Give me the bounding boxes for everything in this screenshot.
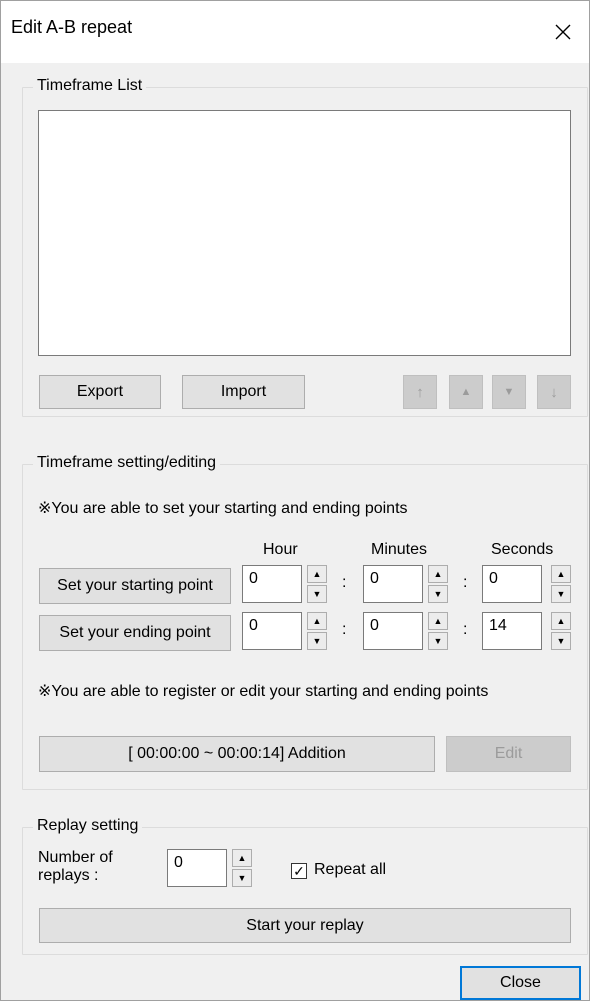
export-button[interactable]: Export	[39, 375, 161, 409]
colon-separator: :	[342, 621, 347, 638]
replays-count-input[interactable]: 0	[167, 849, 227, 887]
import-button-label: Import	[220, 383, 267, 400]
close-button[interactable]: Close	[460, 966, 581, 1000]
spin-down-icon[interactable]: ▼	[551, 585, 571, 603]
start-minutes-stepper[interactable]: ▲ ▼	[428, 565, 448, 603]
spin-up-icon[interactable]: ▲	[428, 565, 448, 583]
arrow-up-icon: ↑	[416, 383, 424, 401]
spin-up-icon[interactable]: ▲	[428, 612, 448, 630]
end-minutes-value: 0	[370, 617, 379, 634]
end-hour-value: 0	[249, 617, 258, 634]
move-down-button[interactable]: ▼	[492, 375, 526, 409]
colon-separator: :	[342, 574, 347, 591]
triangle-down-icon: ▼	[503, 386, 515, 398]
close-icon	[555, 24, 571, 40]
import-button[interactable]: Import	[182, 375, 305, 409]
minutes-column-label: Minutes	[371, 541, 428, 558]
triangle-up-icon: ▲	[460, 386, 472, 398]
export-button-label: Export	[76, 383, 124, 400]
spin-down-icon[interactable]: ▼	[428, 632, 448, 650]
set-points-note: ※You are able to set your starting and e…	[38, 500, 408, 517]
spin-down-icon[interactable]: ▼	[307, 632, 327, 650]
title-bar: Edit A-B repeat	[1, 1, 589, 63]
replays-label: Number of replays :	[38, 849, 113, 885]
start-replay-button[interactable]: Start your replay	[39, 908, 571, 943]
spin-up-icon[interactable]: ▲	[307, 612, 327, 630]
spin-down-icon[interactable]: ▼	[232, 869, 252, 887]
register-edit-note: ※You are able to register or edit your s…	[38, 683, 489, 700]
start-hour-value: 0	[249, 570, 258, 587]
end-minutes-stepper[interactable]: ▲ ▼	[428, 612, 448, 650]
set-ending-point-label: Set your ending point	[59, 624, 211, 641]
set-starting-point-label: Set your starting point	[57, 577, 213, 594]
end-seconds-input[interactable]: 14	[482, 612, 542, 650]
spin-down-icon[interactable]: ▼	[307, 585, 327, 603]
spin-up-icon[interactable]: ▲	[551, 612, 571, 630]
replays-label-line1: Number of	[38, 849, 113, 866]
window-title: Edit A-B repeat	[11, 17, 133, 37]
end-seconds-value: 14	[489, 617, 507, 634]
spin-down-icon[interactable]: ▼	[428, 585, 448, 603]
spin-down-icon[interactable]: ▼	[551, 632, 571, 650]
edit-timeframe-label: Edit	[494, 745, 523, 762]
replays-count-value: 0	[174, 854, 183, 871]
replay-setting-title: Replay setting	[33, 817, 143, 835]
spin-up-icon[interactable]: ▲	[307, 565, 327, 583]
repeat-all-checkbox[interactable]: ✓	[291, 863, 307, 879]
set-ending-point-button[interactable]: Set your ending point	[39, 615, 231, 651]
start-hour-input[interactable]: 0	[242, 565, 302, 603]
seconds-column-label: Seconds	[491, 541, 554, 558]
move-to-top-button[interactable]: ↑	[403, 375, 437, 409]
start-seconds-input[interactable]: 0	[482, 565, 542, 603]
timeframe-listbox[interactable]	[38, 110, 571, 356]
add-timeframe-button[interactable]: [ 00:00:00 ~ 00:00:14] Addition	[39, 736, 435, 772]
replays-count-stepper[interactable]: ▲ ▼	[232, 849, 252, 887]
edit-ab-repeat-dialog: Edit A-B repeat Timeframe List Export Im…	[0, 0, 590, 1001]
close-button-label: Close	[500, 974, 541, 991]
start-seconds-stepper[interactable]: ▲ ▼	[551, 565, 571, 603]
repeat-all-label[interactable]: Repeat all	[314, 861, 386, 879]
end-hour-stepper[interactable]: ▲ ▼	[307, 612, 327, 650]
colon-separator: :	[463, 621, 468, 638]
end-hour-input[interactable]: 0	[242, 612, 302, 650]
edit-timeframe-button[interactable]: Edit	[446, 736, 571, 772]
arrow-down-icon: ↓	[550, 383, 558, 401]
start-minutes-input[interactable]: 0	[363, 565, 423, 603]
close-window-button[interactable]	[537, 1, 589, 63]
add-timeframe-label: [ 00:00:00 ~ 00:00:14] Addition	[128, 745, 346, 762]
spin-up-icon[interactable]: ▲	[551, 565, 571, 583]
spin-up-icon[interactable]: ▲	[232, 849, 252, 867]
timeframe-list-title: Timeframe List	[33, 77, 147, 95]
set-starting-point-button[interactable]: Set your starting point	[39, 568, 231, 604]
start-replay-label: Start your replay	[246, 916, 364, 934]
move-up-button[interactable]: ▲	[449, 375, 483, 409]
start-minutes-value: 0	[370, 570, 379, 587]
check-icon: ✓	[293, 863, 305, 879]
end-minutes-input[interactable]: 0	[363, 612, 423, 650]
start-hour-stepper[interactable]: ▲ ▼	[307, 565, 327, 603]
move-to-bottom-button[interactable]: ↓	[537, 375, 571, 409]
hour-column-label: Hour	[263, 541, 298, 558]
replays-label-line2: replays :	[38, 867, 99, 884]
timeframe-setting-title: Timeframe setting/editing	[33, 454, 221, 472]
end-seconds-stepper[interactable]: ▲ ▼	[551, 612, 571, 650]
start-seconds-value: 0	[489, 570, 498, 587]
colon-separator: :	[463, 574, 468, 591]
